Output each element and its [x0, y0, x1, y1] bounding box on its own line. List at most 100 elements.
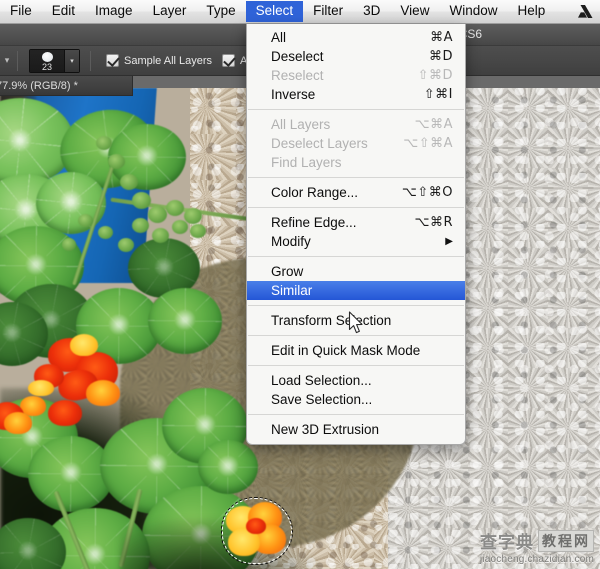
menu-separator: [248, 365, 464, 366]
photo-sprig: [120, 174, 138, 190]
brush-size-value: 23: [41, 61, 52, 72]
menu-separator: [248, 109, 464, 110]
brush-size-picker[interactable]: 23 ▾: [29, 48, 80, 73]
menu-item-label: Save Selection...: [271, 392, 373, 407]
menu-file[interactable]: File: [0, 1, 42, 22]
photo-sprig: [78, 214, 93, 227]
options-separator: [90, 50, 91, 71]
document-tab-label: 77.9% (RGB/8) *: [0, 79, 78, 92]
menu-item-shortcut: ⌥⌘R: [414, 215, 453, 230]
watermark-logo: 查字典 教程网: [480, 528, 594, 553]
menu-item-shortcut: ⌘A: [430, 30, 453, 45]
menu-item-inverse[interactable]: Inverse ⇧⌘I: [247, 85, 465, 104]
menu-window[interactable]: Window: [439, 1, 507, 22]
photo-leaf: [198, 440, 258, 494]
photo-flower-red-small: [0, 398, 40, 444]
menu-item-label: New 3D Extrusion: [271, 422, 380, 437]
menu-help[interactable]: Help: [507, 1, 555, 22]
sample-all-layers-checkbox[interactable]: Sample All Layers: [106, 54, 212, 67]
menu-item-color-range[interactable]: Color Range... ⌥⇧⌘O: [247, 183, 465, 202]
menu-item-modify[interactable]: Modify ▶: [247, 232, 465, 251]
photo-sprig: [118, 238, 134, 252]
menu-edit[interactable]: Edit: [42, 1, 85, 22]
menu-item-label: Edit in Quick Mask Mode: [271, 343, 421, 358]
menu-item-shortcut: ⇧⌘D: [417, 68, 453, 83]
checkbox-checked-icon[interactable]: [106, 54, 119, 67]
menu-item-label: Grow: [271, 264, 304, 279]
menu-item-label: Transform Selection: [271, 313, 392, 328]
menu-separator: [248, 177, 464, 178]
photo-sprig: [184, 208, 202, 224]
menu-item-shortcut: ⌥⇧⌘O: [401, 185, 453, 200]
brush-preview[interactable]: 23: [30, 49, 64, 72]
watermark-brand-right: 教程网: [538, 529, 594, 552]
menu-item-refine-edge[interactable]: Refine Edge... ⌥⌘R: [247, 213, 465, 232]
menu-item-all[interactable]: All ⌘A: [247, 28, 465, 47]
photo-flower-red: [20, 334, 136, 426]
menu-item-shortcut: ⇧⌘I: [423, 87, 453, 102]
menu-separator: [248, 256, 464, 257]
photo-sprig: [96, 136, 112, 150]
photo-sprig: [108, 154, 125, 169]
menu-item-load-selection[interactable]: Load Selection...: [247, 371, 465, 390]
photo-sprig: [172, 220, 188, 234]
menu-item-edit-in-quick-mask-mode[interactable]: Edit in Quick Mask Mode: [247, 341, 465, 360]
menu-item-reselect: Reselect ⇧⌘D: [247, 66, 465, 85]
menu-view[interactable]: View: [390, 1, 439, 22]
menu-item-similar[interactable]: Similar: [247, 281, 465, 300]
menu-item-shortcut: ⌥⇧⌘A: [403, 136, 453, 151]
brush-chevron-down-icon[interactable]: ▾: [64, 49, 79, 72]
menu-item-deselect-layers: Deselect Layers ⌥⇧⌘A: [247, 134, 465, 153]
menu-3d[interactable]: 3D: [353, 1, 390, 22]
menu-item-find-layers: Find Layers: [247, 153, 465, 172]
photo-sprig: [148, 206, 167, 223]
menu-separator: [248, 335, 464, 336]
menu-bar: File Edit Image Layer Type Select Filter…: [0, 0, 600, 24]
watermark-url: jiaocheng.chazidian.com: [479, 554, 594, 565]
drive-icon[interactable]: [576, 4, 594, 20]
menu-item-label: Find Layers: [271, 155, 342, 170]
photo-sprig: [132, 218, 149, 233]
menu-select[interactable]: Select: [245, 1, 304, 22]
menu-item-label: Deselect Layers: [271, 136, 368, 151]
watermark-brand-left: 查字典: [480, 533, 534, 553]
menu-layer[interactable]: Layer: [143, 1, 197, 22]
photo-leaf: [148, 288, 222, 354]
watermark: 查字典 教程网 jiaocheng.chazidian.com: [480, 528, 594, 565]
document-tab[interactable]: 77.9% (RGB/8) *: [0, 76, 133, 96]
brush-tip-icon: [41, 51, 53, 62]
photo-flower-selected-orange[interactable]: [224, 500, 290, 562]
menu-item-new-3d-extrusion[interactable]: New 3D Extrusion: [247, 420, 465, 439]
checkbox-checked-icon[interactable]: [222, 54, 236, 67]
menu-item-all-layers: All Layers ⌥⌘A: [247, 115, 465, 134]
photo-shadow-lower: [120, 518, 320, 569]
menu-item-label: Reselect: [271, 68, 324, 83]
menu-item-save-selection[interactable]: Save Selection...: [247, 390, 465, 409]
menu-type[interactable]: Type: [196, 1, 245, 22]
menu-item-label: Load Selection...: [271, 373, 372, 388]
menu-item-transform-selection[interactable]: Transform Selection: [247, 311, 465, 330]
photo-sprig: [152, 228, 169, 243]
menu-item-label: Inverse: [271, 87, 316, 102]
menu-item-label: Refine Edge...: [271, 215, 357, 230]
menu-item-label: Modify: [271, 234, 311, 249]
menu-separator: [248, 207, 464, 208]
menu-filter[interactable]: Filter: [303, 1, 353, 22]
menu-separator: [248, 305, 464, 306]
menu-image[interactable]: Image: [85, 1, 143, 22]
menu-item-label: Color Range...: [271, 185, 359, 200]
menu-item-label: Deselect: [271, 49, 324, 64]
menu-item-shortcut: ⌘D: [428, 49, 453, 64]
photo-sprig: [190, 224, 206, 238]
sample-all-layers-label: Sample All Layers: [124, 54, 213, 67]
photo-sprig: [98, 226, 113, 239]
menu-item-label: Similar: [271, 283, 313, 298]
select-dropdown-menu[interactable]: All ⌘A Deselect ⌘D Reselect ⇧⌘D Inverse …: [246, 24, 466, 445]
photoshop-window: Photoshop CS6 ▾ 23 ▾ Sample All Layers A…: [0, 0, 600, 569]
menu-item-label: All Layers: [271, 117, 331, 132]
menu-item-grow[interactable]: Grow: [247, 262, 465, 281]
tool-preset-chevron-down-icon[interactable]: ▾: [2, 55, 12, 66]
menu-item-deselect[interactable]: Deselect ⌘D: [247, 47, 465, 66]
submenu-arrow-icon: ▶: [445, 235, 453, 247]
menu-separator: [248, 414, 464, 415]
